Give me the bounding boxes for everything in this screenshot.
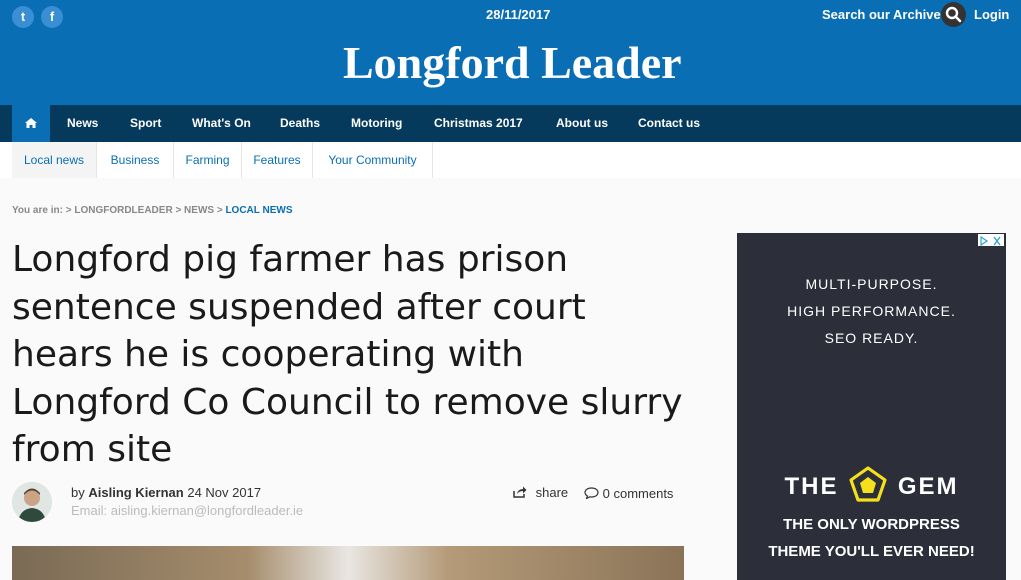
nav-item-deaths[interactable]: Deaths xyxy=(280,116,320,130)
nav-item-sport[interactable]: Sport xyxy=(130,116,161,130)
ad-tagline-1: THE ONLY WORDPRESS xyxy=(783,516,960,533)
subnav-item-features[interactable]: Features xyxy=(242,142,313,178)
site-header: t f 28/11/2017 Search our Archive Login … xyxy=(0,0,1021,105)
author-email[interactable]: Email: aisling.kiernan@longfordleader.ie xyxy=(71,503,303,518)
advertisement[interactable]: MULTI-PURPOSE. HIGH PERFORMANCE. SEO REA… xyxy=(737,233,1006,580)
byline: by Aisling Kiernan 24 Nov 2017 xyxy=(71,485,261,500)
comments-link[interactable]: 0 comments xyxy=(584,486,673,501)
adchoices-badge[interactable] xyxy=(978,234,1004,247)
nav-item-motoring[interactable]: Motoring xyxy=(351,116,402,130)
share-button[interactable]: share xyxy=(513,485,568,500)
breadcrumb-path[interactable]: You are in: > LONGFORDLEADER > NEWS > xyxy=(12,205,225,216)
share-label: share xyxy=(535,485,569,500)
search-archive-link[interactable]: Search our Archive xyxy=(822,7,941,22)
twitter-icon[interactable]: t xyxy=(12,6,34,28)
article-headline: Longford pig farmer has prison sentence … xyxy=(12,239,683,470)
nav-item-whats-on[interactable]: What's On xyxy=(192,116,251,130)
ad-brand: THE GEM xyxy=(737,466,1006,502)
byline-prefix: by xyxy=(71,485,85,500)
ad-brand-right: GEM xyxy=(897,473,959,500)
subnav-item-business[interactable]: Business xyxy=(97,142,174,178)
author-avatar[interactable] xyxy=(12,482,52,522)
gem-logo-icon xyxy=(849,466,887,502)
sub-nav: Local news Business Farming Features You… xyxy=(0,142,1021,178)
subnav-item-farming[interactable]: Farming xyxy=(174,142,242,178)
home-icon xyxy=(25,118,37,128)
publish-date: 24 Nov 2017 xyxy=(187,485,262,500)
current-date: 28/11/2017 xyxy=(486,7,551,22)
ad-brand-left: THE xyxy=(784,473,839,500)
ad-line-1: MULTI-PURPOSE. xyxy=(805,276,938,292)
subnav-item-your-community[interactable]: Your Community xyxy=(313,142,433,178)
nav-item-about[interactable]: About us xyxy=(556,116,608,130)
article-image[interactable] xyxy=(12,546,684,580)
search-icon xyxy=(945,6,962,23)
breadcrumb-current[interactable]: LOCAL NEWS xyxy=(225,205,292,216)
adchoices-icon xyxy=(980,235,1001,247)
author-name[interactable]: Aisling Kiernan xyxy=(88,485,183,500)
avatar-portrait xyxy=(12,482,52,522)
ad-tagline-2: THEME YOU'LL EVER NEED! xyxy=(768,543,975,560)
nav-item-news[interactable]: News xyxy=(67,116,98,130)
comment-icon xyxy=(584,487,599,500)
ad-line-3: SEO READY. xyxy=(824,330,919,346)
site-logo[interactable]: Longford Leader xyxy=(343,36,682,89)
comments-label: 0 comments xyxy=(602,486,674,501)
login-link[interactable]: Login xyxy=(974,7,1009,22)
subnav-item-local-news[interactable]: Local news xyxy=(12,142,97,178)
search-button[interactable] xyxy=(941,2,966,27)
facebook-icon[interactable]: f xyxy=(41,6,63,28)
main-nav: News Sport What's On Deaths Motoring Chr… xyxy=(0,105,1021,142)
nav-item-contact[interactable]: Contact us xyxy=(638,116,700,130)
nav-home[interactable] xyxy=(12,105,50,142)
nav-item-christmas[interactable]: Christmas 2017 xyxy=(434,116,523,130)
breadcrumb: You are in: > LONGFORDLEADER > NEWS > LO… xyxy=(12,205,293,216)
share-icon xyxy=(513,486,527,498)
ad-line-2: HIGH PERFORMANCE. xyxy=(787,303,956,319)
